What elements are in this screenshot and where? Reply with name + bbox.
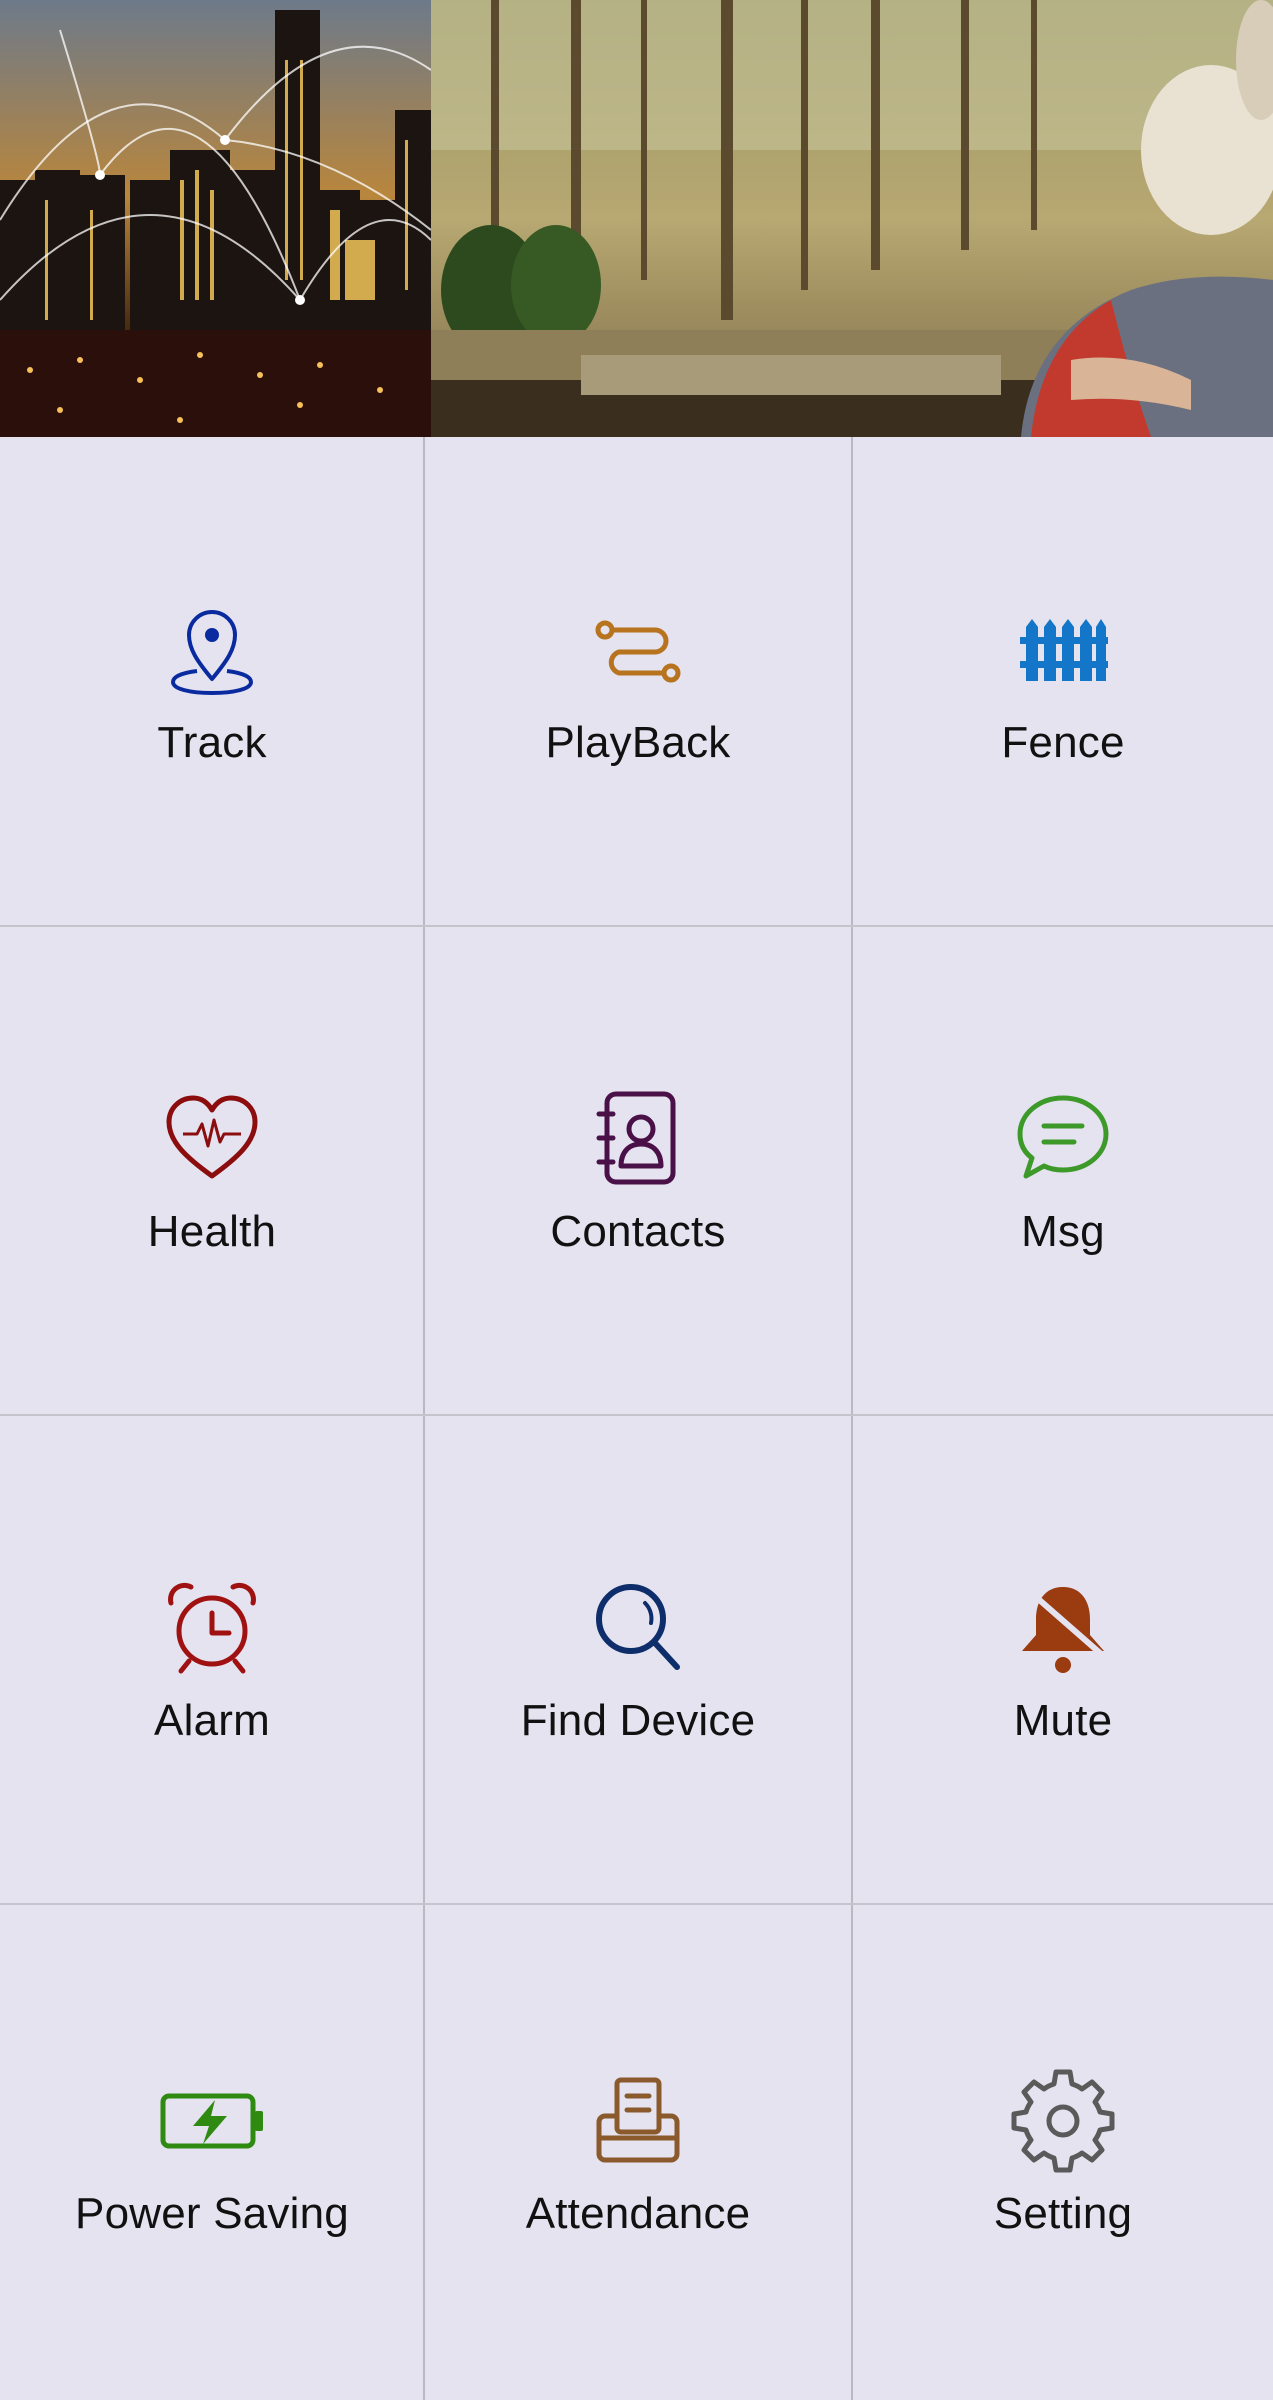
menu-item-label: Find Device — [520, 1696, 756, 1746]
menu-item-label: Fence — [1001, 718, 1125, 768]
menu-item-fence[interactable]: Fence — [853, 437, 1273, 926]
park-couple-image — [431, 0, 1273, 437]
menu-item-label: Attendance — [525, 2188, 751, 2238]
gear-icon — [1008, 2066, 1118, 2176]
menu-item-msg[interactable]: Msg — [853, 926, 1273, 1415]
menu-item-label: Mute — [1013, 1696, 1113, 1746]
menu-item-alarm[interactable]: Alarm — [0, 1415, 424, 1904]
heart-pulse-icon — [157, 1084, 267, 1194]
alarm-clock-icon — [157, 1573, 267, 1683]
menu-item-health[interactable]: Health — [0, 926, 424, 1415]
city-skyline-image — [0, 0, 431, 437]
contact-book-icon — [583, 1084, 693, 1194]
menu-item-label: Contacts — [550, 1207, 726, 1257]
battery-charging-icon — [157, 2066, 267, 2176]
printer-icon — [583, 2066, 693, 2176]
menu-item-label: Alarm — [154, 1696, 270, 1746]
chat-bubble-icon — [1008, 1084, 1118, 1194]
menu-item-power-saving[interactable]: Power Saving — [0, 1904, 424, 2400]
menu-item-label: Setting — [993, 2188, 1133, 2238]
bell-mute-icon — [1008, 1573, 1118, 1683]
menu-item-label: Msg — [1021, 1207, 1105, 1257]
menu-item-label: Track — [157, 718, 267, 768]
menu-item-label: Health — [147, 1207, 277, 1257]
route-icon — [583, 595, 693, 705]
magnifier-icon — [583, 1573, 693, 1683]
map-pin-icon — [157, 595, 267, 705]
fence-icon — [1008, 595, 1118, 705]
menu-item-label: Power Saving — [75, 2188, 349, 2238]
banner-image — [0, 0, 1273, 437]
menu-item-contacts[interactable]: Contacts — [425, 926, 851, 1415]
menu-item-track[interactable]: Track — [0, 437, 424, 926]
menu-item-label: PlayBack — [545, 718, 731, 768]
menu-item-attendance[interactable]: Attendance — [425, 1904, 851, 2400]
menu-item-playback[interactable]: PlayBack — [425, 437, 851, 926]
menu-item-setting[interactable]: Setting — [853, 1904, 1273, 2400]
menu-item-mute[interactable]: Mute — [853, 1415, 1273, 1904]
menu-item-find-device[interactable]: Find Device — [425, 1415, 851, 1904]
